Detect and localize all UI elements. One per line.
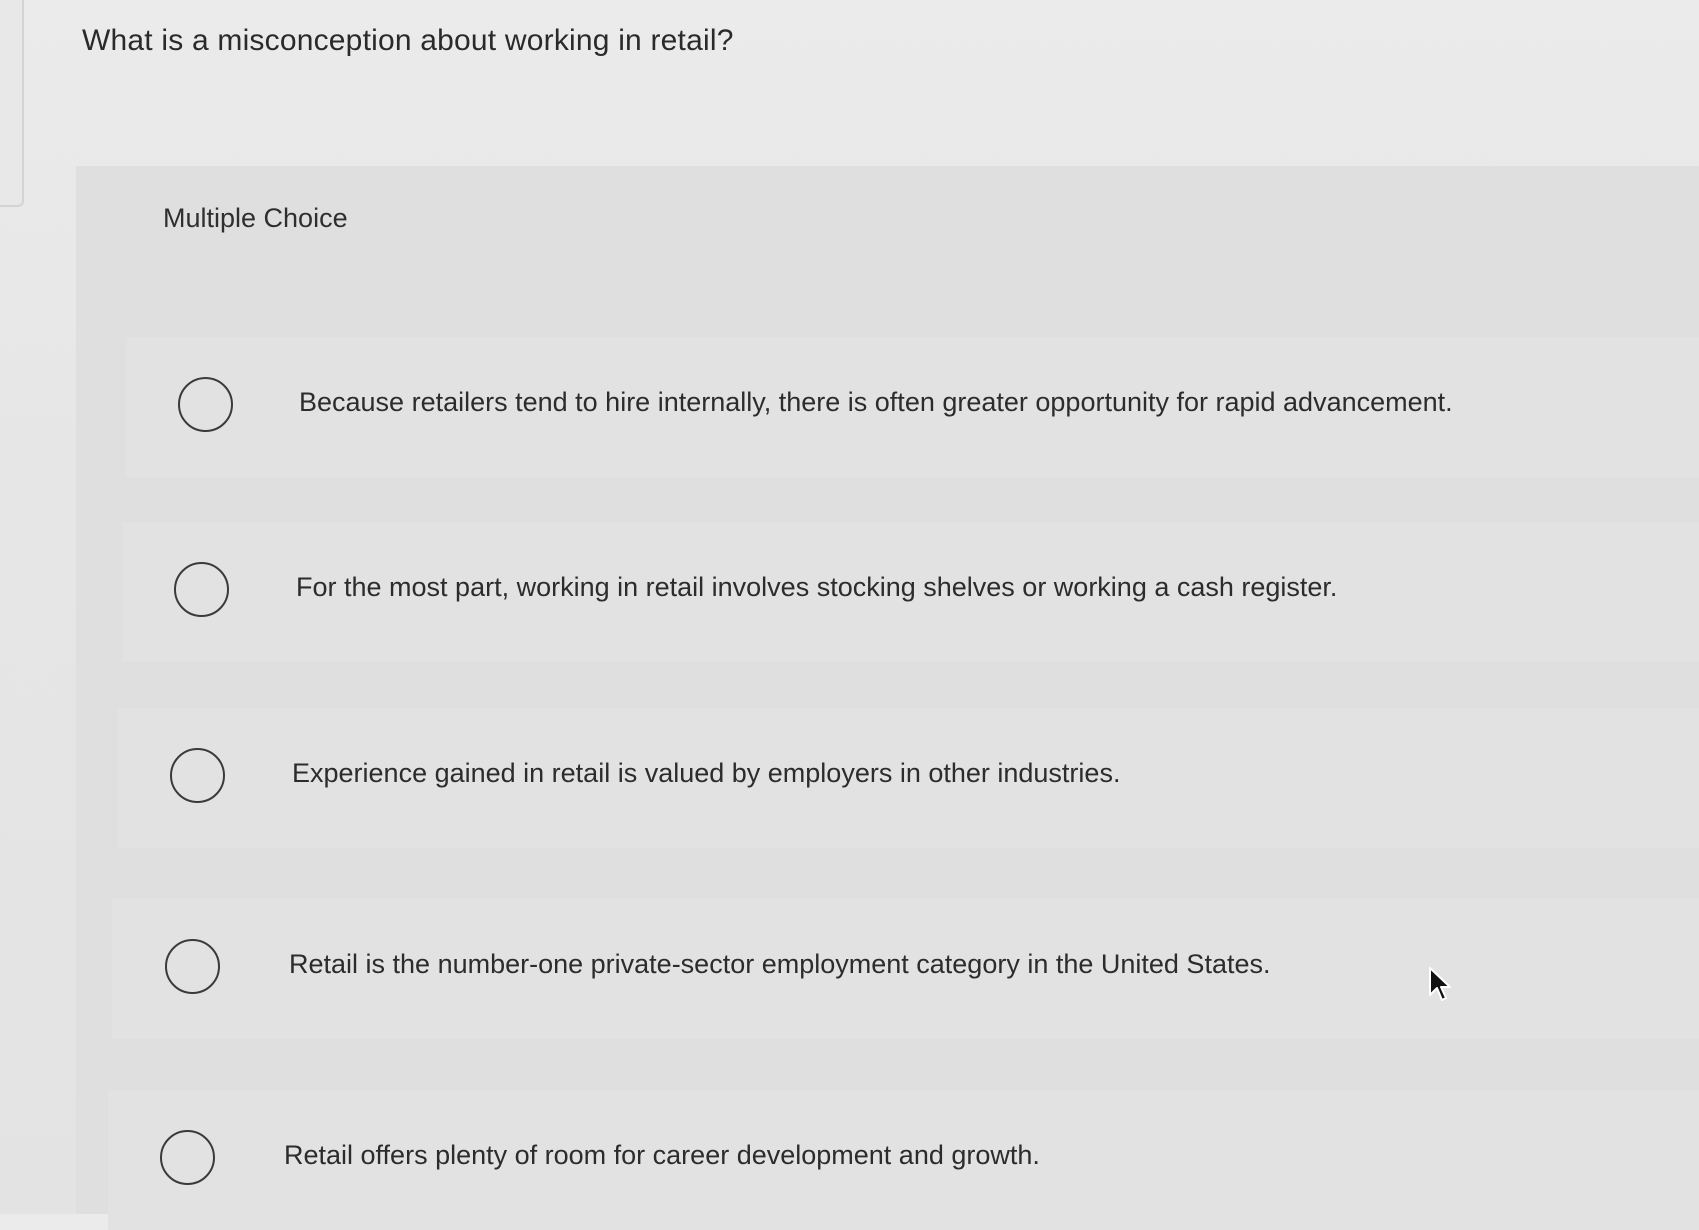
left-edge-frame xyxy=(0,0,24,207)
radio-unchecked-icon[interactable] xyxy=(170,748,225,803)
answer-option-2[interactable]: For the most part, working in retail inv… xyxy=(122,522,1699,662)
answer-option-3[interactable]: Experience gained in retail is valued by… xyxy=(118,708,1699,848)
radio-unchecked-icon[interactable] xyxy=(165,939,220,994)
question-text: What is a misconception about working in… xyxy=(82,24,734,57)
answer-option-5[interactable]: Retail offers plenty of room for career … xyxy=(108,1090,1699,1230)
radio-unchecked-icon[interactable] xyxy=(174,562,229,617)
multiple-choice-panel xyxy=(76,166,1699,1214)
answer-option-label: Retail offers plenty of room for career … xyxy=(284,1140,1040,1170)
answer-option-1[interactable]: Because retailers tend to hire internall… xyxy=(126,337,1699,477)
answer-option-label: Retail is the number-one private-sector … xyxy=(289,949,1271,979)
radio-unchecked-icon[interactable] xyxy=(178,377,233,432)
answer-option-label: Experience gained in retail is valued by… xyxy=(292,758,1121,788)
answer-option-label: Because retailers tend to hire internall… xyxy=(299,387,1453,417)
mouse-pointer-icon xyxy=(1429,967,1451,1001)
answer-option-label: For the most part, working in retail inv… xyxy=(296,572,1338,602)
radio-unchecked-icon[interactable] xyxy=(160,1130,215,1185)
question-type-label: Multiple Choice xyxy=(163,203,348,233)
answer-option-4[interactable]: Retail is the number-one private-sector … xyxy=(112,899,1699,1039)
